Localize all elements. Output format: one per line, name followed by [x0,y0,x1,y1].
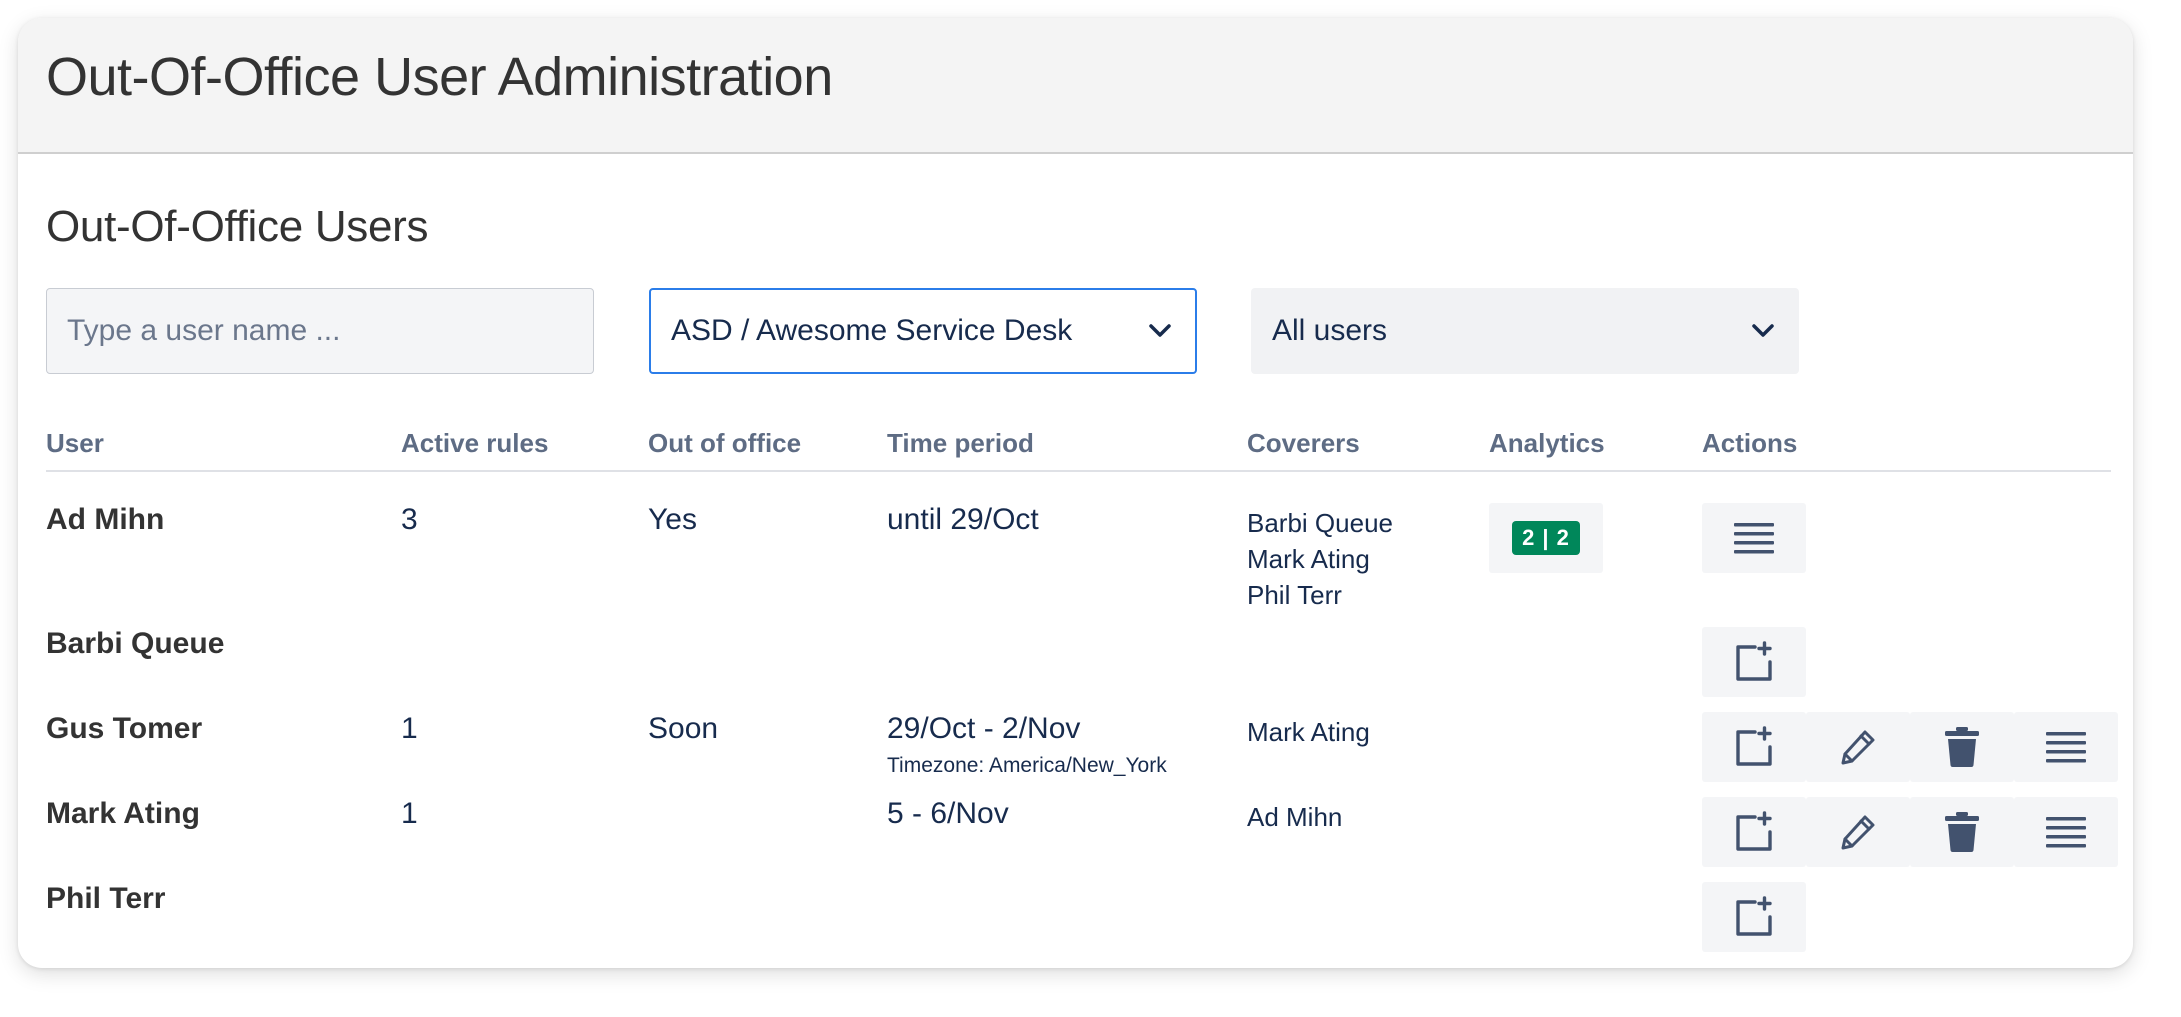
add-rule-button[interactable] [1702,797,1806,867]
list-icon [1734,521,1774,555]
time-period: 5 - 6/Nov [887,797,1009,831]
time-period-range: 29/Oct - 2/Nov [887,712,1081,745]
coverer-name: Ad Mihn [1247,802,1343,832]
out-of-office-status: Soon [648,712,719,745]
coverer-name: Mark Ating [1247,544,1370,574]
column-header-user[interactable]: User [46,428,104,459]
admin-card: Out-Of-Office User Administration Out-Of… [18,18,2133,968]
page-title: Out-Of-Office User Administration [46,47,833,107]
analytics-button[interactable]: 2 | 2 [1489,503,1603,573]
time-period: 29/Oct - 2/Nov Timezone: America/New_York [887,712,1167,778]
user-name[interactable]: Ad Mihn [46,503,164,537]
view-rules-button[interactable] [2014,797,2118,867]
timezone-label: Timezone: America/New_York [887,754,1167,777]
active-rules-count: 3 [401,503,418,536]
column-header-active-rules[interactable]: Active rules [401,428,548,459]
delete-rule-button[interactable] [1910,712,2014,782]
add-rule-icon [1733,726,1775,768]
user-filter-value: All users [1272,314,1388,347]
active-rules-count: 1 [401,797,418,830]
column-header-actions: Actions [1702,428,1798,458]
add-rule-button[interactable] [1702,712,1806,782]
project-select-value: ASD / Awesome Service Desk [671,314,1073,347]
view-rules-button[interactable] [1702,503,1806,573]
coverer-name: Barbi Queue [1247,508,1393,538]
section-title: Out-Of-Office Users [46,202,429,251]
add-rule-icon [1733,896,1775,938]
active-rules-count: 1 [401,712,418,745]
coverer-name: Phil Terr [1247,580,1342,610]
view-rules-button[interactable] [2014,712,2118,782]
time-period: until 29/Oct [887,503,1039,537]
edit-rule-button[interactable] [1806,712,1910,782]
pencil-icon [1838,727,1878,767]
chevron-down-icon [1145,316,1175,346]
pencil-icon [1838,812,1878,852]
trash-icon [1944,812,1980,852]
trash-icon [1944,727,1980,767]
delete-rule-button[interactable] [1910,797,2014,867]
column-header-coverers[interactable]: Coverers [1247,428,1360,459]
time-period-range: until 29/Oct [887,503,1039,536]
user-name[interactable]: Gus Tomer [46,712,202,746]
add-rule-button[interactable] [1702,627,1806,697]
add-rule-button[interactable] [1702,882,1806,952]
edit-rule-button[interactable] [1806,797,1910,867]
column-header-out-of-office[interactable]: Out of office [648,428,801,459]
user-name[interactable]: Barbi Queue [46,627,224,661]
chevron-down-icon [1748,316,1778,346]
coverers-list: Ad Mihn [1247,799,1342,835]
add-rule-icon [1733,641,1775,683]
list-icon [2046,730,2086,764]
table-header: User Active rules Out of office Time per… [46,428,2111,472]
column-header-analytics[interactable]: Analytics [1489,428,1605,459]
add-rule-icon [1733,811,1775,853]
user-name[interactable]: Phil Terr [46,882,165,916]
analytics-badge: 2 | 2 [1512,521,1580,555]
coverer-name: Mark Ating [1247,717,1370,747]
column-header-time-period[interactable]: Time period [887,428,1034,459]
list-icon [2046,815,2086,849]
coverers-list: Mark Ating [1247,714,1370,750]
card-header: Out-Of-Office User Administration [18,18,2133,154]
time-period-range: 5 - 6/Nov [887,797,1009,830]
user-name[interactable]: Mark Ating [46,797,200,831]
user-search-input[interactable] [46,288,594,374]
project-select[interactable]: ASD / Awesome Service Desk [649,288,1197,374]
out-of-office-status: Yes [648,503,697,536]
coverers-list: Barbi Queue Mark Ating Phil Terr [1247,505,1393,613]
user-filter-select[interactable]: All users [1251,288,1799,374]
